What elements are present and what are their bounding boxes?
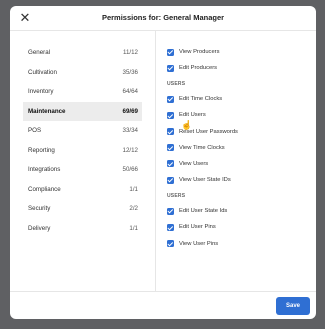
sidebar-item-label: General — [28, 49, 51, 57]
save-button[interactable]: Save — [276, 297, 310, 315]
category-sidebar: General 11/12 Cultivation 35/36 Inventor… — [23, 43, 142, 238]
permission-label: Edit Users — [179, 112, 206, 119]
sidebar-item-reporting[interactable]: Reporting 12/12 — [23, 141, 142, 161]
checkbox-checked[interactable] — [167, 95, 174, 103]
sidebar-item-count: 1/1 — [129, 185, 138, 193]
sidebar-item-label: Inventory — [28, 88, 54, 96]
modal-header: ✕ Permissions for: General Manager — [10, 6, 316, 31]
permission-label: View Time Clocks — [179, 144, 225, 151]
sidebar-item-label: POS — [28, 127, 42, 135]
checkbox-checked[interactable] — [167, 207, 174, 215]
checkbox-checked[interactable] — [167, 48, 174, 56]
checkbox-checked[interactable] — [167, 144, 174, 152]
permission-edit-user-state-ids[interactable]: Edit User State Ids — [158, 205, 308, 217]
checkbox-checked[interactable] — [167, 111, 174, 119]
sidebar-item-count: 1/1 — [129, 224, 138, 232]
sidebar-item-count: 64/64 — [122, 88, 138, 96]
checkbox-checked[interactable] — [167, 160, 174, 168]
permission-edit-producers[interactable]: Edit Producers — [158, 62, 308, 74]
sidebar-item-pos[interactable]: POS 33/34 — [23, 121, 142, 141]
sidebar-item-label: Compliance — [28, 185, 61, 193]
modal-title: Permissions for: General Manager — [101, 13, 225, 22]
permission-label: Edit User Pins — [179, 224, 216, 231]
permission-view-users[interactable]: View Users — [158, 158, 308, 170]
sidebar-item-general[interactable]: General 11/12 — [23, 43, 142, 63]
checkbox-checked[interactable] — [167, 128, 174, 136]
section-heading-users: USERS — [167, 81, 186, 88]
sidebar-item-count: 33/34 — [122, 127, 138, 135]
sidebar-item-count: 2/2 — [129, 205, 138, 213]
checkbox-checked[interactable] — [167, 223, 174, 231]
permissions-modal: ✕ Permissions for: General Manager Gener… — [10, 6, 316, 319]
sidebar-item-cultivation[interactable]: Cultivation 35/36 — [23, 63, 142, 83]
hand-cursor-icon: ☝ — [181, 120, 193, 130]
sidebar-item-label: Maintenance — [28, 107, 66, 115]
permission-label: View User Pins — [179, 240, 219, 247]
permission-view-user-state-ids[interactable]: View User State IDs — [158, 174, 308, 186]
sidebar-item-count: 11/12 — [122, 49, 138, 57]
sidebar-item-maintenance[interactable]: Maintenance 69/69 — [23, 101, 142, 121]
checkbox-checked[interactable] — [167, 240, 174, 247]
permission-view-time-clocks[interactable]: View Time Clocks — [158, 142, 308, 154]
sidebar-item-count: 50/66 — [122, 166, 138, 174]
sidebar-item-delivery[interactable]: Delivery 1/1 — [23, 219, 142, 239]
permission-label: Edit User State Ids — [179, 208, 228, 215]
sidebar-item-label: Security — [28, 205, 51, 213]
panel-divider — [155, 31, 156, 291]
checkbox-checked[interactable] — [167, 176, 174, 184]
sidebar-item-count: 35/36 — [122, 68, 138, 76]
sidebar-item-count: 12/12 — [122, 146, 138, 154]
permission-label: View Producers — [179, 49, 220, 55]
footer-divider — [10, 291, 316, 292]
permission-label: Edit Time Clocks — [179, 96, 223, 103]
permission-edit-time-clocks[interactable]: Edit Time Clocks — [158, 93, 308, 105]
permission-view-producers[interactable]: View Producers — [158, 46, 308, 58]
permission-label: Edit Producers — [179, 65, 218, 72]
sidebar-item-label: Cultivation — [28, 68, 57, 76]
permission-view-user-pins[interactable]: View User Pins — [158, 238, 308, 250]
sidebar-item-inventory[interactable]: Inventory 64/64 — [23, 82, 142, 102]
sidebar-item-security[interactable]: Security 2/2 — [23, 199, 142, 219]
sidebar-item-label: Integrations — [28, 166, 61, 174]
sidebar-item-count: 69/69 — [122, 107, 138, 115]
sidebar-item-label: Delivery — [28, 224, 51, 232]
permissions-list: View Producers Edit Producers USERS Edit… — [158, 46, 308, 254]
sidebar-item-label: Reporting — [28, 146, 55, 154]
permission-label: View Users — [179, 160, 209, 167]
sidebar-item-integrations[interactable]: Integrations 50/66 — [23, 160, 142, 180]
checkbox-checked[interactable] — [167, 64, 174, 72]
permission-label: View User State IDs — [179, 177, 231, 184]
sidebar-item-compliance[interactable]: Compliance 1/1 — [23, 180, 142, 200]
section-heading-users-2: USERS — [167, 193, 186, 200]
permission-edit-user-pins[interactable]: Edit User Pins — [158, 221, 308, 233]
